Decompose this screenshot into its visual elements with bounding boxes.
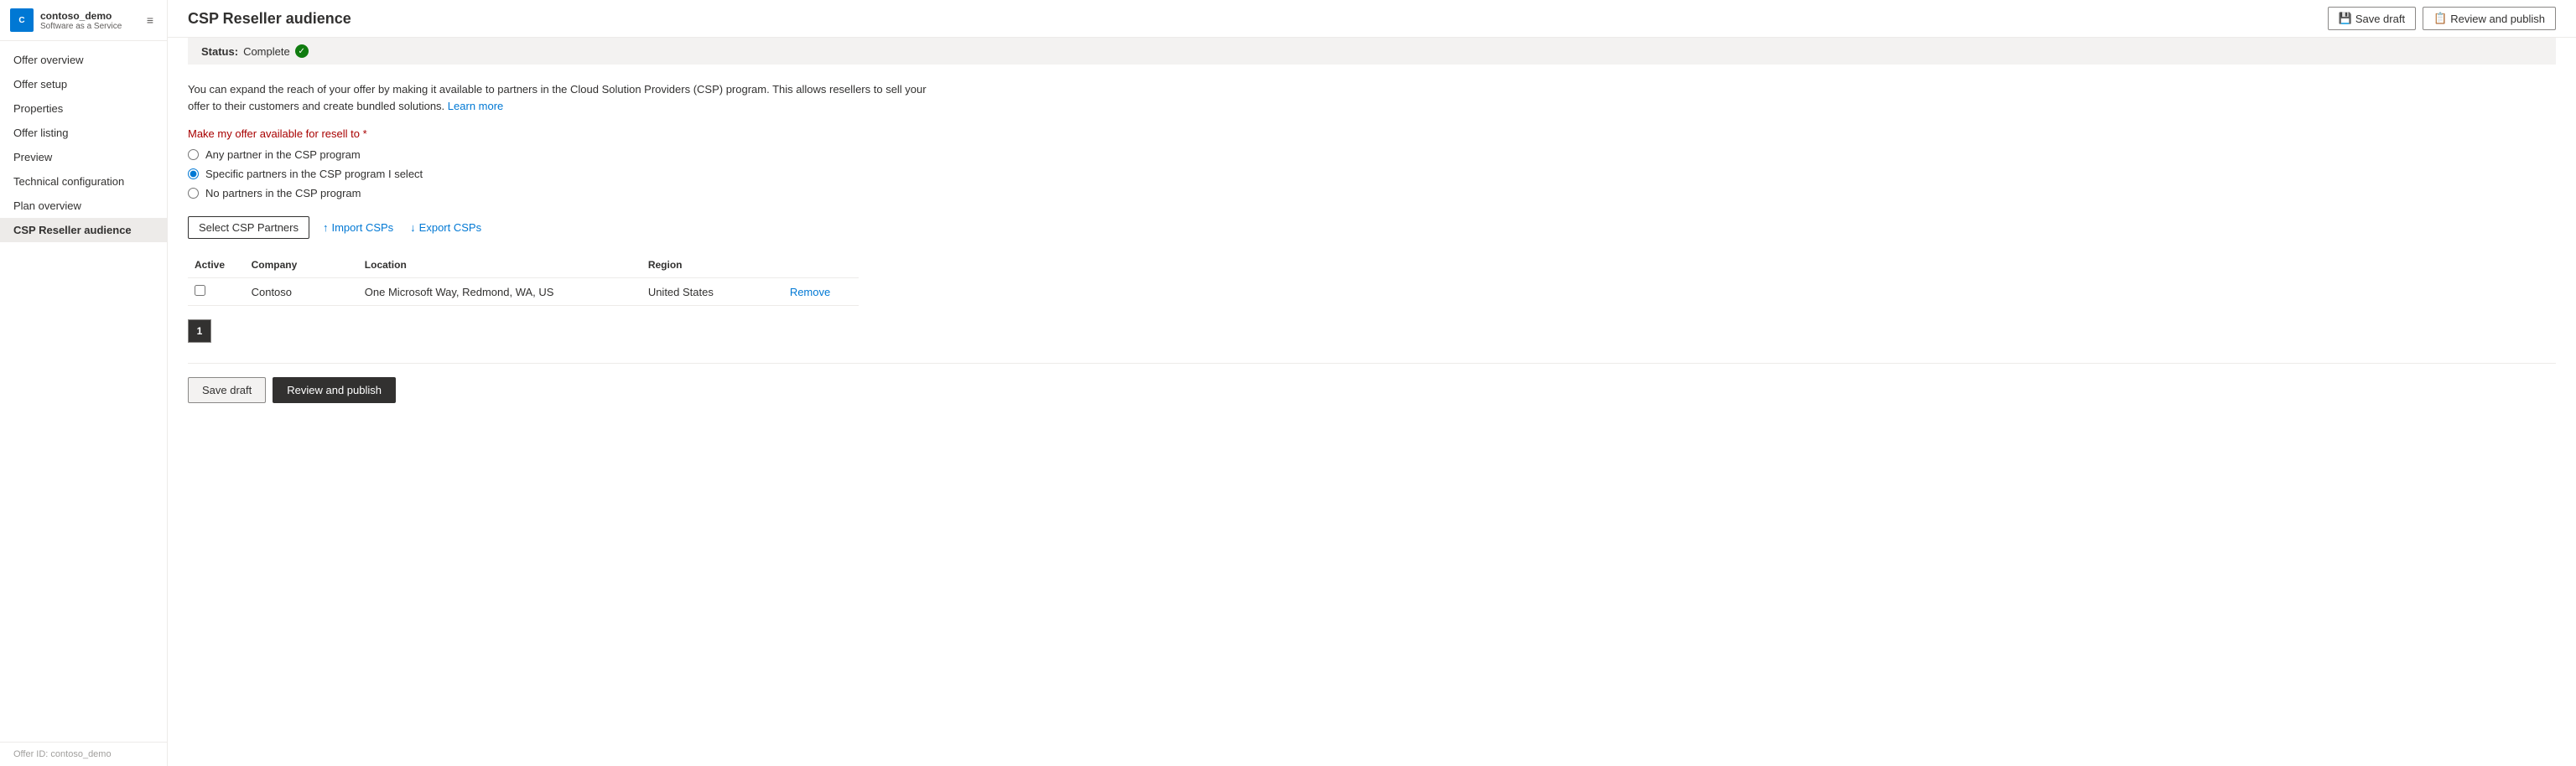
radio-no-partners-label: No partners in the CSP program [205,187,361,199]
csp-table: Active Company Location Region Contoso O… [188,252,859,306]
table-cell-location: One Microsoft Way, Redmond, WA, US [358,278,641,306]
export-label: Export CSPs [419,221,481,234]
status-label: Status: [201,45,238,58]
sidebar-item-offer-listing[interactable]: Offer listing [0,121,167,145]
status-complete-icon: ✓ [295,44,309,58]
radio-specific-partners[interactable] [188,168,199,179]
required-indicator: * [360,127,367,140]
sidebar-collapse-button[interactable]: ≡ [143,12,157,28]
description-text: You can expand the reach of your offer b… [188,81,943,114]
radio-option-specific-partners[interactable]: Specific partners in the CSP program I s… [188,168,2556,180]
status-bar: Status: Complete ✓ [188,38,2556,65]
review-publish-label: Review and publish [2450,13,2545,25]
export-csps-button[interactable]: ↓ Export CSPs [407,217,485,238]
col-header-company: Company [245,252,358,278]
review-publish-icon: 📋 [2433,12,2447,25]
sidebar-item-preview[interactable]: Preview [0,145,167,169]
page-title: CSP Reseller audience [188,10,351,28]
import-csps-button[interactable]: ↑ Import CSPs [319,217,397,238]
table-header-row: Active Company Location Region [188,252,859,278]
top-bar-actions: 💾 Save draft 📋 Review and publish [2328,7,2556,30]
radio-group-label: Make my offer available for resell to * [188,127,2556,140]
sidebar: C contoso_demo Software as a Service ≡ O… [0,0,168,766]
sidebar-item-csp-reseller-audience[interactable]: CSP Reseller audience [0,218,167,242]
app-logo: C [10,8,34,32]
sidebar-item-offer-overview[interactable]: Offer overview [0,48,167,72]
sidebar-item-plan-overview[interactable]: Plan overview [0,194,167,218]
col-header-active: Active [188,252,245,278]
radio-option-no-partners[interactable]: No partners in the CSP program [188,187,2556,199]
pagination: 1 [188,319,2556,343]
select-csp-partners-button[interactable]: Select CSP Partners [188,216,309,239]
export-icon: ↓ [410,221,416,234]
bottom-review-publish-button[interactable]: Review and publish [273,377,396,403]
col-header-action [783,252,859,278]
bottom-save-draft-button[interactable]: Save draft [188,377,266,403]
save-draft-label: Save draft [2355,13,2405,25]
offer-id: Offer ID: contoso_demo [0,742,167,766]
col-header-location: Location [358,252,641,278]
app-subtitle: Software as a Service [40,22,122,31]
app-info: contoso_demo Software as a Service [40,10,122,31]
import-label: Import CSPs [331,221,393,234]
radio-any-partner[interactable] [188,149,199,160]
table-cell-active [188,278,245,306]
status-value: Complete [243,45,290,58]
table-cell-region: United States [641,278,783,306]
content-area: Status: Complete ✓ You can expand the re… [168,38,2576,766]
radio-no-partners[interactable] [188,188,199,199]
col-header-region: Region [641,252,783,278]
save-draft-icon: 💾 [2339,12,2352,25]
action-row: Select CSP Partners ↑ Import CSPs ↓ Expo… [188,216,2556,239]
import-icon: ↑ [323,221,329,234]
main-content: CSP Reseller audience 💾 Save draft 📋 Rev… [168,0,2576,766]
sidebar-header: C contoso_demo Software as a Service ≡ [0,0,167,41]
sidebar-item-technical-configuration[interactable]: Technical configuration [0,169,167,194]
sidebar-nav: Offer overview Offer setup Properties Of… [0,41,167,742]
row-active-checkbox[interactable] [195,285,205,296]
top-bar: CSP Reseller audience 💾 Save draft 📋 Rev… [168,0,2576,38]
radio-any-partner-label: Any partner in the CSP program [205,148,361,161]
top-review-publish-button[interactable]: 📋 Review and publish [2423,7,2556,30]
table-cell-company: Contoso [245,278,358,306]
learn-more-link[interactable]: Learn more [448,100,503,112]
remove-row-button[interactable]: Remove [790,286,830,298]
page-1-button[interactable]: 1 [188,319,211,343]
radio-specific-partners-label: Specific partners in the CSP program I s… [205,168,423,180]
radio-option-any-partner[interactable]: Any partner in the CSP program [188,148,2556,161]
table-row: Contoso One Microsoft Way, Redmond, WA, … [188,278,859,306]
sidebar-item-properties[interactable]: Properties [0,96,167,121]
sidebar-item-offer-setup[interactable]: Offer setup [0,72,167,96]
top-save-draft-button[interactable]: 💾 Save draft [2328,7,2416,30]
app-name: contoso_demo [40,10,122,22]
bottom-actions: Save draft Review and publish [188,363,2556,403]
table-cell-action: Remove [783,278,859,306]
